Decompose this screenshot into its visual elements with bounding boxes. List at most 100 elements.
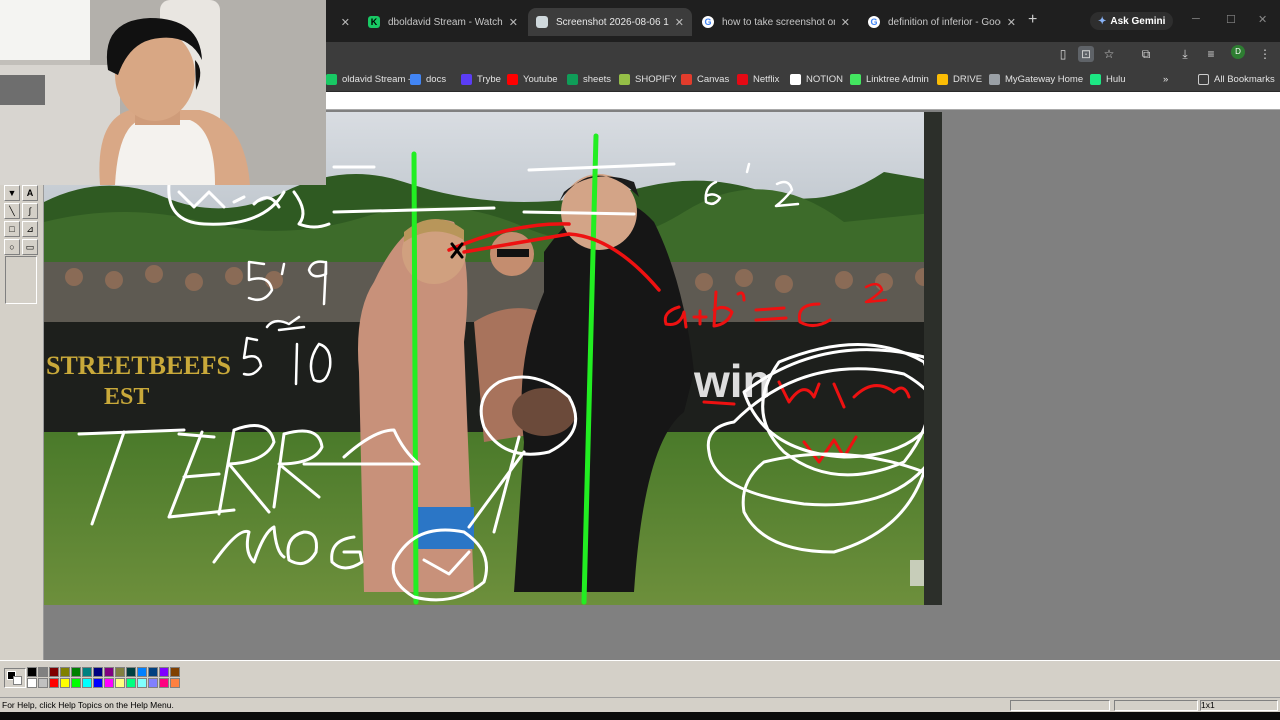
- palette-color-swatch[interactable]: [104, 667, 114, 677]
- all-bookmarks-button[interactable]: All Bookmarks: [1198, 72, 1275, 87]
- palette-color-swatch[interactable]: [71, 678, 81, 688]
- palette-color-swatch[interactable]: [115, 678, 125, 688]
- bookmark-label: Canvas: [697, 74, 730, 85]
- palette-color-swatch[interactable]: [170, 678, 180, 688]
- bookmark-item[interactable]: DRIVE: [937, 72, 982, 87]
- bookmark-label: sheets: [583, 74, 611, 85]
- bookmark-item[interactable]: sheets: [567, 72, 611, 87]
- browser-tab-0[interactable]: ✕: [326, 8, 358, 36]
- bookmark-item[interactable]: Hulu: [1090, 72, 1126, 87]
- close-tab-icon[interactable]: ✕: [841, 16, 850, 29]
- status-size-text: 1x1: [1201, 700, 1215, 710]
- close-tab-icon[interactable]: ✕: [675, 16, 684, 29]
- line-tool-icon[interactable]: ╲: [4, 203, 20, 219]
- folder-icon: [1198, 74, 1209, 85]
- palette-color-swatch[interactable]: [49, 667, 59, 677]
- bookmark-item[interactable]: NOTION: [790, 72, 843, 87]
- maximize-icon[interactable]: ☐: [1226, 13, 1236, 26]
- bookmark-item[interactable]: docs: [410, 72, 446, 87]
- palette-color-swatch[interactable]: [60, 678, 70, 688]
- bookmark-item[interactable]: SHOPIFY: [619, 72, 677, 87]
- bookmark-item[interactable]: Canvas: [681, 72, 729, 87]
- paint-color-box: [0, 660, 1280, 697]
- bookmarks-overflow-button[interactable]: »: [1163, 72, 1168, 87]
- palette-color-swatch[interactable]: [27, 667, 37, 677]
- palette-color-swatch[interactable]: [126, 678, 136, 688]
- status-pane-position: [1010, 700, 1110, 711]
- palette-color-swatch[interactable]: [71, 667, 81, 677]
- bookmark-item[interactable]: oldavid Stream -...: [326, 72, 419, 87]
- extensions-icon[interactable]: ⧉: [1138, 46, 1154, 62]
- palette-color-swatch[interactable]: [60, 667, 70, 677]
- paint-canvas[interactable]: STREETBEEFS EST win: [44, 112, 942, 605]
- palette-color-swatch[interactable]: [115, 667, 125, 677]
- bookmark-item[interactable]: Netflix: [737, 72, 779, 87]
- new-tab-button[interactable]: +: [1028, 11, 1037, 29]
- minimize-icon[interactable]: ─: [1192, 13, 1200, 25]
- paint-toolbox: ▼ A ╲ ∫ □ ⊿ ○ ▭: [0, 183, 44, 660]
- webcam-overlay: [0, 0, 326, 185]
- ellipse-tool-icon[interactable]: ○: [4, 239, 20, 255]
- all-bookmarks-label: All Bookmarks: [1214, 74, 1275, 85]
- ask-gemini-button[interactable]: ✦ Ask Gemini: [1090, 12, 1174, 30]
- banner-est-text: EST: [104, 384, 149, 410]
- download-icon[interactable]: ⤓: [1177, 46, 1193, 62]
- reading-list-icon[interactable]: ≡: [1203, 46, 1219, 62]
- palette-color-swatch[interactable]: [104, 678, 114, 688]
- bookmark-label: SHOPIFY: [635, 74, 677, 85]
- palette-color-swatch[interactable]: [137, 667, 147, 677]
- bookmark-label: MyGateway Home: [1005, 74, 1084, 85]
- tool-options-box[interactable]: [5, 256, 37, 304]
- polygon-tool-icon[interactable]: ⊿: [22, 221, 38, 237]
- close-tab-icon[interactable]: ✕: [509, 16, 518, 29]
- palette-color-swatch[interactable]: [93, 667, 103, 677]
- canvas-edge: [924, 112, 942, 605]
- close-tab-icon[interactable]: ✕: [1007, 16, 1016, 29]
- palette-color-swatch[interactable]: [170, 667, 180, 677]
- palette-color-swatch[interactable]: [27, 678, 37, 688]
- fill-bucket-tool-icon[interactable]: ▼: [4, 185, 20, 201]
- curve-tool-icon[interactable]: ∫: [22, 203, 38, 219]
- palette-color-swatch[interactable]: [148, 678, 158, 688]
- profile-avatar[interactable]: D: [1231, 45, 1245, 59]
- status-help-text: For Help, click Help Topics on the Help …: [2, 700, 174, 710]
- palette-color-swatch[interactable]: [137, 678, 147, 688]
- browser-tab-1[interactable]: K dboldavid Stream - Watch Live ✕: [360, 8, 526, 36]
- palette-color-swatch[interactable]: [93, 678, 103, 688]
- bookmark-label: Netflix: [753, 74, 780, 85]
- palette-color-swatch[interactable]: [159, 667, 169, 677]
- bookmark-item[interactable]: Linktree Admin: [850, 72, 929, 87]
- text-tool-icon[interactable]: A: [22, 185, 38, 201]
- close-tab-icon[interactable]: ✕: [341, 16, 350, 29]
- bookmark-favicon-icon: [410, 74, 421, 85]
- palette-color-swatch[interactable]: [82, 678, 92, 688]
- browser-tab-2[interactable]: Screenshot 2026-08-06 17010 ✕: [528, 8, 692, 36]
- bookmark-favicon-icon: [1090, 74, 1101, 85]
- bookmark-label: docs: [426, 74, 447, 85]
- rounded-rect-tool-icon[interactable]: ▭: [22, 239, 38, 255]
- bookmark-label: oldavid Stream -...: [342, 74, 420, 85]
- status-pane-size: 1x1: [1200, 700, 1278, 711]
- palette-color-swatch[interactable]: [148, 667, 158, 677]
- browser-tab-3[interactable]: G how to take screenshot on w ✕: [694, 8, 858, 36]
- palette-color-swatch[interactable]: [38, 667, 48, 677]
- palette-color-swatch[interactable]: [159, 678, 169, 688]
- bookmark-star-icon[interactable]: ☆: [1101, 46, 1117, 62]
- rectangle-tool-icon[interactable]: □: [4, 221, 20, 237]
- palette-color-swatch[interactable]: [82, 667, 92, 677]
- screen-capture-icon[interactable]: ⊡: [1078, 46, 1094, 62]
- palette-color-swatch[interactable]: [126, 667, 136, 677]
- palette-color-swatch[interactable]: [38, 678, 48, 688]
- browser-tab-4[interactable]: G definition of inferior - Google ✕: [860, 8, 1024, 36]
- close-window-icon[interactable]: ✕: [1258, 13, 1267, 26]
- more-menu-icon[interactable]: ⋮: [1257, 46, 1273, 62]
- document-icon[interactable]: ▯: [1055, 46, 1071, 62]
- status-pane-blank: [1114, 700, 1198, 711]
- bottom-edge: [0, 712, 1280, 720]
- palette-color-swatch[interactable]: [49, 678, 59, 688]
- current-colors-swatch[interactable]: [4, 668, 26, 688]
- bookmark-item[interactable]: Youtube: [507, 72, 558, 87]
- bookmark-item[interactable]: Trybe: [461, 72, 501, 87]
- bookmark-favicon-icon: [567, 74, 578, 85]
- bookmark-item[interactable]: MyGateway Home: [989, 72, 1083, 87]
